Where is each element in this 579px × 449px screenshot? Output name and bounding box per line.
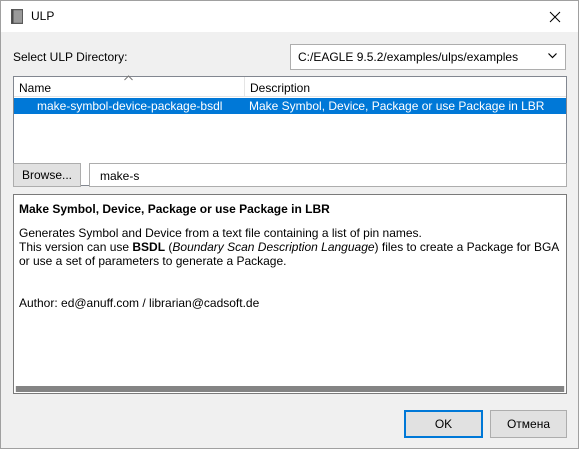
ulp-dialog: ULP Select ULP Directory: C:/EAGLE 9.5.2… xyxy=(0,0,579,449)
directory-label: Select ULP Directory: xyxy=(13,50,128,64)
list-header: Name Description xyxy=(14,75,566,97)
description-line: Generates Symbol and Device from a text … xyxy=(19,226,422,240)
book-icon xyxy=(11,9,23,24)
cancel-button[interactable]: Отмена xyxy=(490,410,567,438)
directory-value: C:/EAGLE 9.5.2/examples/ulps/examples xyxy=(298,50,519,64)
window-title: ULP xyxy=(31,9,55,23)
column-header-description[interactable]: Description xyxy=(250,81,310,95)
browse-button[interactable]: Browse... xyxy=(13,163,81,187)
filter-input[interactable]: make-s xyxy=(89,163,567,187)
list-item-name: make-symbol-device-package-bsdl xyxy=(37,99,223,113)
list-item-description: Make Symbol, Device, Package or use Pack… xyxy=(249,99,545,113)
description-author: Author: ed@anuff.com / librarian@cadsoft… xyxy=(19,296,260,310)
list-item[interactable]: make-symbol-device-package-bsdl Make Sym… xyxy=(14,98,566,114)
sort-ascending-icon xyxy=(124,75,133,81)
scrollbar-thumb[interactable] xyxy=(16,386,564,392)
title-bar[interactable]: ULP xyxy=(1,1,578,32)
close-button[interactable] xyxy=(532,1,578,32)
description-panel[interactable]: Make Symbol, Device, Package or use Pack… xyxy=(13,194,567,394)
directory-select[interactable]: C:/EAGLE 9.5.2/examples/ulps/examples xyxy=(290,44,566,70)
description-line: This version can use BSDL (Boundary Scan… xyxy=(19,240,560,254)
column-separator[interactable] xyxy=(244,77,245,97)
chevron-down-icon xyxy=(548,53,557,59)
description-title: Make Symbol, Device, Package or use Pack… xyxy=(19,202,330,216)
column-header-name[interactable]: Name xyxy=(19,81,51,95)
horizontal-scrollbar[interactable] xyxy=(15,386,565,392)
close-icon xyxy=(549,11,561,22)
description-line: or use a set of parameters to generate a… xyxy=(19,254,287,268)
ok-button[interactable]: OK xyxy=(404,410,483,438)
filter-value: make-s xyxy=(100,169,140,183)
